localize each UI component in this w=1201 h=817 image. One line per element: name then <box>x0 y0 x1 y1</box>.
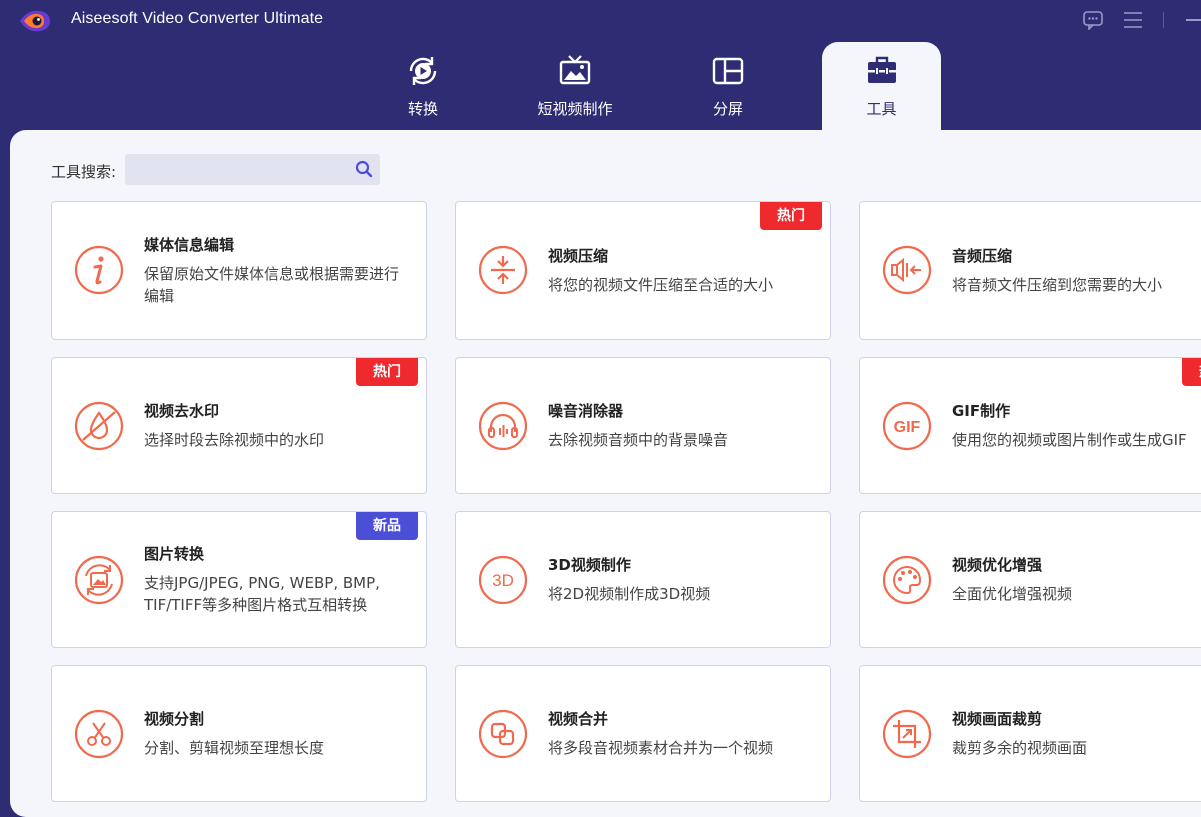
card-description: 保留原始文件媒体信息或根据需要进行编辑 <box>144 265 400 305</box>
card-title: 视频压缩 <box>548 247 609 265</box>
tab-convert[interactable]: 转换 <box>363 42 483 130</box>
info-icon <box>74 245 124 295</box>
tool-card-image-converter[interactable]: 图片转换 支持JPG/JPEG, PNG, WEBP, BMP, TIF/TIF… <box>51 511 427 648</box>
card-title: 视频分割 <box>144 710 205 728</box>
search-box <box>125 154 380 185</box>
card-text: 视频优化增强 全面优化增强视频 <box>952 512 1201 647</box>
mv-icon <box>559 55 591 85</box>
3d-icon: 3D <box>478 555 528 605</box>
new-badge: 新品 <box>356 512 418 540</box>
tab-label: 转换 <box>407 100 438 118</box>
title-bar: Aiseesoft Video Converter Ultimate <box>0 0 1201 42</box>
card-description: 分割、剪辑视频至理想长度 <box>144 739 325 757</box>
tool-card-video-enhancer[interactable]: 视频优化增强 全面优化增强视频 <box>859 511 1201 648</box>
chat-icon[interactable] <box>1082 10 1104 30</box>
card-description: 裁剪多余的视频画面 <box>952 739 1088 757</box>
tab-mv[interactable]: 短视频制作 <box>515 42 635 130</box>
hot-badge: 热门 <box>1182 358 1201 386</box>
tab-label: 分屏 <box>712 100 743 118</box>
hot-badge: 热门 <box>760 202 822 230</box>
tool-card-video-compressor[interactable]: 视频压缩 将您的视频文件压缩至合适的大小 热门 <box>455 201 831 340</box>
window-controls-divider <box>1163 12 1164 28</box>
svg-text:3D: 3D <box>492 571 514 590</box>
noise-remove-icon <box>478 401 528 451</box>
minimize-icon[interactable] <box>1186 19 1201 21</box>
tool-card-video-splitter[interactable]: 视频分割 分割、剪辑视频至理想长度 <box>51 665 427 802</box>
card-text: 音频压缩 将音频文件压缩到您需要的大小 <box>952 202 1201 339</box>
toolbox-panel: 工具搜索: 媒体信息编辑 保留原始文件媒体信息或根据需要进行编辑 视频压缩 将您… <box>10 130 1201 817</box>
card-description: 去除视频音频中的背景噪音 <box>548 431 729 449</box>
card-title: 噪音消除器 <box>548 402 624 420</box>
card-title: 音频压缩 <box>952 247 1013 265</box>
convert-icon <box>409 57 437 85</box>
card-title: 视频合并 <box>548 710 609 728</box>
watermark-remove-icon <box>74 401 124 451</box>
image-convert-icon <box>74 555 124 605</box>
card-title: GIF制作 <box>952 402 1011 420</box>
card-text: GIF制作 使用您的视频或图片制作或生成GIF <box>952 358 1201 493</box>
app-title: Aiseesoft Video Converter Ultimate <box>71 10 324 27</box>
card-description: 使用您的视频或图片制作或生成GIF <box>952 431 1187 449</box>
tool-card-video-cropper[interactable]: 视频画面裁剪 裁剪多余的视频画面 <box>859 665 1201 802</box>
card-title: 视频去水印 <box>144 402 220 420</box>
card-description: 将2D视频制作成3D视频 <box>548 585 711 603</box>
card-description: 支持JPG/JPEG, PNG, WEBP, BMP, TIF/TIFF等多种图… <box>144 574 380 614</box>
hot-badge: 热门 <box>356 358 418 386</box>
tool-card-audio-compressor[interactable]: 音频压缩 将音频文件压缩到您需要的大小 <box>859 201 1201 340</box>
card-title: 3D视频制作 <box>548 556 631 574</box>
card-text: 视频画面裁剪 裁剪多余的视频画面 <box>952 666 1201 801</box>
card-text: 视频合并 将多段音视频素材合并为一个视频 <box>548 666 816 801</box>
search-input[interactable] <box>131 158 346 181</box>
tool-card-noise-remover[interactable]: 噪音消除器 去除视频音频中的背景噪音 <box>455 357 831 494</box>
card-title: 媒体信息编辑 <box>144 236 235 254</box>
card-text: 媒体信息编辑 保留原始文件媒体信息或根据需要进行编辑 <box>144 202 412 339</box>
card-title: 视频画面裁剪 <box>952 710 1043 728</box>
card-description: 将您的视频文件压缩至合适的大小 <box>548 276 774 294</box>
card-description: 将音频文件压缩到您需要的大小 <box>952 276 1163 294</box>
tab-label: 工具 <box>866 100 897 118</box>
tab-label: 短视频制作 <box>537 100 613 118</box>
toolbox-icon <box>867 56 896 83</box>
tool-card-3d-maker[interactable]: 3D 3D视频制作 将2D视频制作成3D视频 <box>455 511 831 648</box>
card-description: 将多段音视频素材合并为一个视频 <box>548 739 774 757</box>
gif-icon: GIF <box>882 401 932 451</box>
compress-icon <box>478 245 528 295</box>
tab-toolbox[interactable]: 工具 <box>822 42 941 130</box>
card-text: 视频分割 分割、剪辑视频至理想长度 <box>144 666 412 801</box>
merge-icon <box>478 709 528 759</box>
tool-card-watermark-remover[interactable]: 视频去水印 选择时段去除视频中的水印 热门 <box>51 357 427 494</box>
card-title: 视频优化增强 <box>952 556 1043 574</box>
tab-collage[interactable]: 分屏 <box>668 42 788 130</box>
scissors-icon <box>74 709 124 759</box>
crop-icon <box>882 709 932 759</box>
tool-card-video-merger[interactable]: 视频合并 将多段音视频素材合并为一个视频 <box>455 665 831 802</box>
card-text: 噪音消除器 去除视频音频中的背景噪音 <box>548 358 816 493</box>
search-icon[interactable] <box>355 160 373 178</box>
card-text: 3D视频制作 将2D视频制作成3D视频 <box>548 512 816 647</box>
collage-icon <box>712 57 744 85</box>
tool-card-media-metadata[interactable]: 媒体信息编辑 保留原始文件媒体信息或根据需要进行编辑 <box>51 201 427 340</box>
aiseesoft-logo-icon <box>20 10 50 32</box>
hamburger-icon[interactable] <box>1122 10 1144 30</box>
card-title: 图片转换 <box>144 545 205 563</box>
audio-compress-icon <box>882 245 932 295</box>
tool-card-gif-maker[interactable]: GIF GIF制作 使用您的视频或图片制作或生成GIF 热门 <box>859 357 1201 494</box>
svg-text:GIF: GIF <box>894 419 921 436</box>
card-description: 全面优化增强视频 <box>952 585 1073 603</box>
search-label: 工具搜索: <box>51 163 117 181</box>
palette-icon <box>882 555 932 605</box>
card-description: 选择时段去除视频中的水印 <box>144 431 325 449</box>
